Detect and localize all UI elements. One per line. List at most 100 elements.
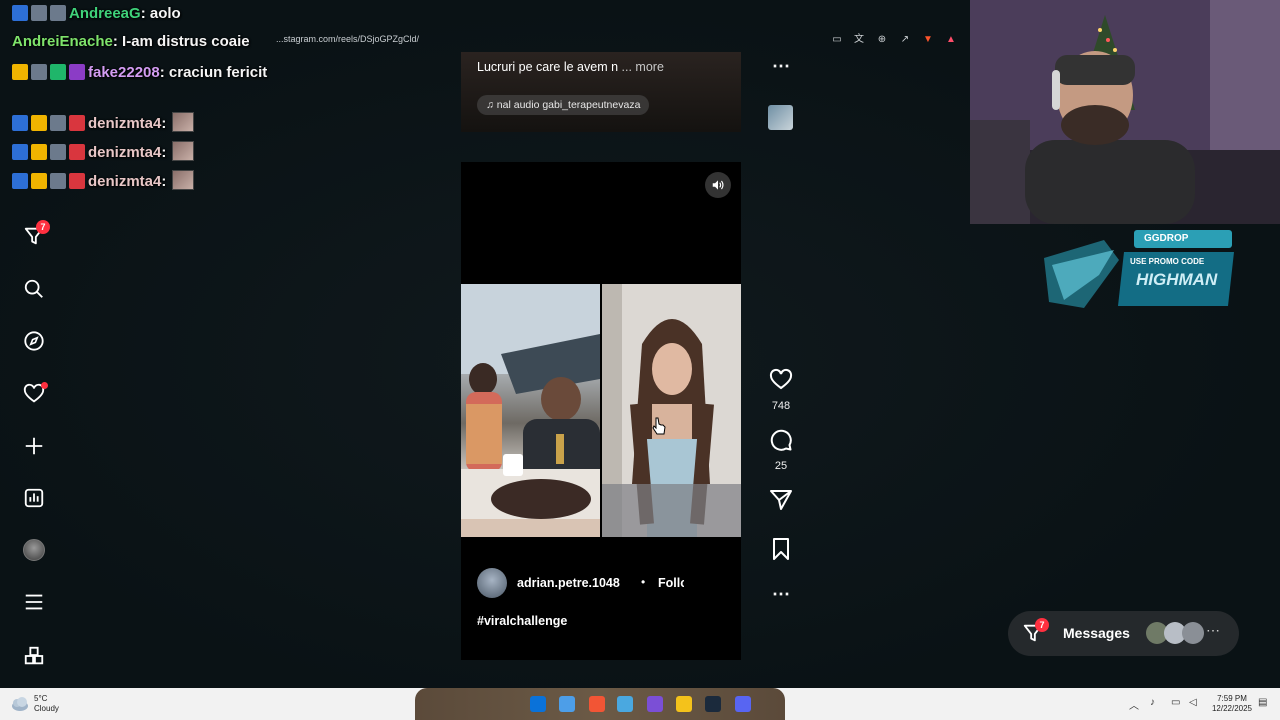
clock-date[interactable]: 12/22/2025 (1210, 704, 1254, 713)
edge-icon[interactable] (617, 696, 633, 712)
share-icon[interactable]: ↗ (899, 34, 911, 46)
badge-icon (50, 144, 66, 160)
comment-button[interactable]: 25 (767, 428, 795, 472)
follow-button[interactable]: Follow (658, 576, 684, 590)
brave-icon[interactable] (589, 696, 605, 712)
like-button[interactable]: 748 (767, 368, 795, 412)
more-link[interactable]: ... more (622, 60, 664, 74)
clock-time[interactable]: 7:59 PM (1210, 694, 1254, 703)
music-note-icon: ♫ (486, 99, 497, 111)
author-row[interactable]: adrian.petre.1048 • Follow (477, 568, 737, 598)
more-options-icon[interactable]: ⋯ (767, 57, 795, 75)
save-button[interactable] (767, 537, 795, 566)
cast-icon[interactable]: ▭ (831, 34, 843, 46)
more-options-icon[interactable]: ⋯ (767, 585, 795, 603)
badge-icon (31, 173, 47, 189)
badge-icon (50, 5, 66, 21)
author-name[interactable]: adrian.petre.1048 (517, 576, 620, 590)
brave-shield-icon[interactable]: ▼ (922, 34, 934, 46)
chat-user: fake22208 (88, 64, 160, 81)
avatar[interactable] (20, 536, 48, 564)
messages-label: Messages (1063, 625, 1130, 641)
promo-line: USE PROMO CODE (1130, 257, 1205, 266)
chat-sep: : (161, 144, 167, 161)
prev-caption-text: Lucruri pe care le avem n (477, 60, 619, 74)
chat-line: AndreiEnache: I-am distrus coaie (12, 33, 250, 50)
notifications-badge: 7 (36, 220, 50, 234)
badge-icon (12, 5, 28, 21)
search-icon[interactable] (559, 696, 575, 712)
audio-pill[interactable]: ♫ nal audio gabi_terapeutnevaza (477, 95, 650, 115)
menu-icon[interactable] (20, 588, 48, 616)
volume-icon[interactable]: ◁ (1189, 697, 1197, 708)
comment-icon[interactable] (768, 428, 794, 452)
heart-icon[interactable] (20, 380, 48, 408)
send-icon[interactable] (768, 488, 794, 512)
search-icon[interactable] (20, 275, 48, 303)
author-avatar[interactable] (477, 568, 507, 598)
discord-icon[interactable] (735, 696, 751, 712)
chat-sep: : (140, 5, 146, 22)
compass-icon[interactable] (20, 327, 48, 355)
notification-icon[interactable]: ▤ (1258, 697, 1267, 708)
taskbar: 5°C Cloudy ︿ ♪ ▭ ◁ 7:59 PM 12/22/2025 ▤ (0, 688, 1280, 720)
app-icon[interactable] (647, 696, 663, 712)
zoom-icon[interactable]: ⊕ (876, 34, 888, 46)
activity-dot (41, 382, 48, 389)
prev-reel-caption[interactable]: Lucruri pe care le avem n ... more (477, 60, 664, 74)
filter-icon[interactable]: 7 (20, 220, 50, 250)
badge-icon (69, 173, 85, 189)
share-button[interactable] (767, 488, 795, 517)
speaker-icon[interactable]: ♪ (1150, 697, 1155, 708)
cloud-icon (12, 697, 28, 711)
reel-video[interactable]: adrian.petre.1048 • Follow #viralchallen… (461, 162, 741, 660)
bookmark-icon[interactable] (768, 537, 794, 561)
plus-icon[interactable] (20, 432, 48, 460)
audio-label: nal audio gabi_terapeutnevaza (496, 99, 641, 111)
badge-icon (50, 64, 66, 80)
chat-text: craciun fericit (168, 64, 268, 81)
folder-icon[interactable] (676, 696, 692, 712)
avatar (1182, 622, 1204, 644)
apps-icon[interactable] (20, 642, 48, 670)
audio-thumbnail[interactable] (768, 105, 793, 130)
url-text[interactable]: ...stagram.com/reels/DSjoGPZgCld/ (276, 34, 419, 44)
messages-button[interactable]: 7 Messages ⋯ (1008, 611, 1239, 656)
network-icon[interactable]: ▭ (1171, 697, 1180, 708)
chevron-up-icon[interactable]: ︿ (1129, 697, 1139, 712)
badge-icon (31, 144, 47, 160)
badge-icon (31, 5, 47, 21)
chat-user: AndreeaG (69, 5, 141, 22)
video-left-panel (461, 284, 600, 537)
promo-code: HIGHMAN (1136, 270, 1218, 289)
stats-icon[interactable] (20, 484, 48, 512)
translate-icon[interactable]: 文 (853, 34, 865, 46)
badge-icon (31, 115, 47, 131)
volume-icon[interactable] (705, 172, 731, 198)
steam-icon[interactable] (705, 696, 721, 712)
more-icon: ⋯ (1206, 622, 1220, 638)
weather-temp[interactable]: 5°C (34, 694, 47, 703)
chat-sep: : (112, 33, 118, 50)
chat-text: aolo (149, 5, 181, 22)
weather-condition[interactable]: Cloudy (34, 704, 59, 713)
heart-icon[interactable] (768, 368, 794, 392)
chat-user: denizmta4 (88, 173, 162, 190)
start-icon[interactable] (530, 696, 546, 712)
promo-brand: GGDROP (1144, 233, 1189, 244)
badge-icon (12, 173, 28, 189)
emote-image (172, 170, 195, 190)
rewards-icon[interactable]: ▲ (945, 34, 957, 46)
chat-line: denizmta4: (12, 112, 195, 132)
badge-icon (69, 115, 85, 131)
chat-user: AndreiEnache (12, 33, 113, 50)
chat-sep: : (161, 173, 167, 190)
previous-reel[interactable]: Lucruri pe care le avem n ... more ♫ nal… (461, 52, 741, 132)
promo-banner: GGDROP USE PROMO CODE HIGHMAN (1044, 230, 1236, 310)
badge-icon (69, 144, 85, 160)
screen: ...stagram.com/reels/DSjoGPZgCld/ ▭ 文 ⊕ … (0, 0, 1280, 720)
reel-caption[interactable]: #viralchallenge (477, 614, 567, 628)
messages-badge: 7 (1035, 618, 1049, 632)
chat-line: denizmta4: (12, 141, 195, 161)
badge-icon (12, 144, 28, 160)
